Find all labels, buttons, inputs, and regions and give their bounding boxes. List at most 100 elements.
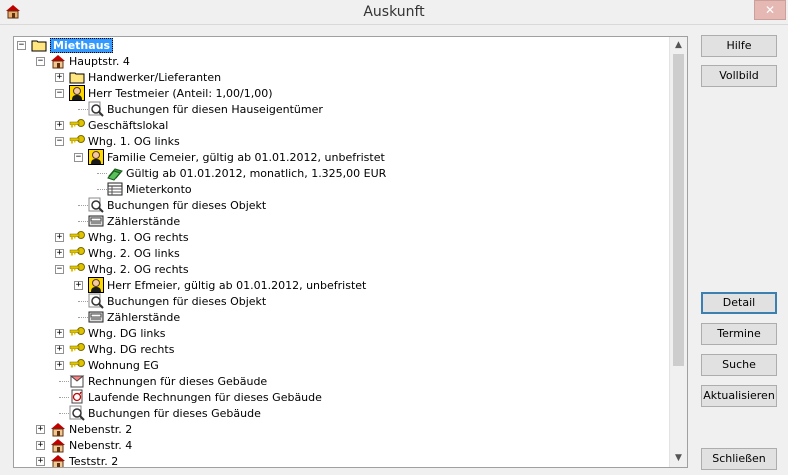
expand-icon[interactable]: +: [55, 249, 64, 258]
expand-icon[interactable]: +: [36, 425, 45, 434]
expand-icon[interactable]: +: [55, 345, 64, 354]
key-icon: [69, 261, 85, 277]
tree-item[interactable]: Gültig ab 01.01.2012, monatlich, 1.325,0…: [107, 165, 386, 181]
tree-item[interactable]: Laufende Rechnungen für dieses Gebäude: [69, 389, 322, 405]
tree-item[interactable]: Nebenstr. 4: [50, 437, 132, 453]
tree-item[interactable]: Zählerstände: [88, 213, 180, 229]
tree-item-label: Geschäftslokal: [88, 118, 169, 132]
expand-icon[interactable]: +: [55, 121, 64, 130]
tree-item[interactable]: Handwerker/Lieferanten: [69, 69, 221, 85]
tree-item[interactable]: Buchungen für dieses Objekt: [88, 293, 266, 309]
window-title: Auskunft: [363, 4, 425, 20]
tree-item[interactable]: Mieterkonto: [107, 181, 192, 197]
hilfe-button[interactable]: Hilfe: [701, 35, 777, 57]
magnifier-icon: [88, 197, 104, 213]
tree-item[interactable]: Rechnungen für dieses Gebäude: [69, 373, 267, 389]
expand-icon[interactable]: +: [55, 73, 64, 82]
collapse-icon[interactable]: −: [17, 41, 26, 50]
tree-item[interactable]: Whg. 1. OG rechts: [69, 229, 189, 245]
tree-connector: [97, 189, 107, 190]
house-icon: [50, 53, 66, 69]
tree-item[interactable]: Whg. DG links: [69, 325, 166, 341]
termine-button[interactable]: Termine: [701, 323, 777, 345]
tree-item-label: Buchungen für diesen Hauseigentümer: [107, 102, 323, 116]
meter-icon: [88, 309, 104, 325]
tree-item[interactable]: Buchungen für dieses Objekt: [88, 197, 266, 213]
tree-item[interactable]: Whg. 2. OG links: [69, 245, 180, 261]
tree-connector: [59, 413, 69, 414]
tree-item[interactable]: Whg. 2. OG rechts: [69, 261, 189, 277]
tree-item[interactable]: Nebenstr. 2: [50, 421, 132, 437]
tree-item[interactable]: Herr Efmeier, gültig ab 01.01.2012, unbe…: [88, 277, 366, 293]
tree-item-label: Buchungen für dieses Objekt: [107, 198, 267, 212]
tree-item-label: Teststr. 2: [69, 454, 119, 468]
magnifier-icon: [88, 101, 104, 117]
tree-item-label: Whg. 1. OG links: [88, 134, 180, 148]
expand-icon[interactable]: +: [36, 457, 45, 466]
collapse-icon[interactable]: −: [74, 153, 83, 162]
tree-item[interactable]: Wohnung EG: [69, 357, 159, 373]
detail-button[interactable]: Detail: [701, 292, 777, 314]
tree-item[interactable]: Buchungen für diesen Hauseigentümer: [88, 101, 323, 117]
folder-icon: [31, 37, 47, 53]
tree-connector: [78, 205, 88, 206]
tree-item-label: Miethaus: [50, 37, 114, 53]
tree-item-label: Whg. 2. OG rechts: [88, 262, 189, 276]
house-icon: [50, 437, 66, 453]
tree-item-label: Buchungen für dieses Gebäude: [88, 406, 261, 420]
tree-item[interactable]: Herr Testmeier (Anteil: 1,00/1,00): [69, 85, 273, 101]
tree-item[interactable]: Miethaus: [31, 37, 114, 53]
vertical-scrollbar[interactable]: ▲ ▼: [669, 37, 687, 467]
person-icon: [88, 277, 104, 293]
collapse-icon[interactable]: −: [36, 57, 45, 66]
expand-icon[interactable]: +: [36, 441, 45, 450]
scroll-up-icon[interactable]: ▲: [670, 37, 687, 54]
tree-view[interactable]: ▲ ▼ − Miethaus − Hauptstr. 4 + Handwerker/Lie…: [13, 36, 688, 468]
key-icon: [69, 133, 85, 149]
tree-item-label: Whg. DG links: [88, 326, 166, 340]
tree-item[interactable]: Teststr. 2: [50, 453, 119, 468]
tree-item[interactable]: Whg. 1. OG links: [69, 133, 180, 149]
vollbild-button[interactable]: Vollbild: [701, 65, 777, 87]
tree-item[interactable]: Geschäftslokal: [69, 117, 168, 133]
tree-item[interactable]: Familie Cemeier, gültig ab 01.01.2012, u…: [88, 149, 385, 165]
recurring-invoice-icon: [69, 389, 85, 405]
tree-item-label: Whg. 2. OG links: [88, 246, 180, 260]
collapse-icon[interactable]: −: [55, 137, 64, 146]
scroll-down-icon[interactable]: ▼: [670, 450, 687, 467]
magnifier-icon: [88, 293, 104, 309]
tree-item-label: Handwerker/Lieferanten: [88, 70, 222, 84]
expand-icon[interactable]: +: [74, 281, 83, 290]
invoice-icon: [69, 373, 85, 389]
meter-icon: [88, 213, 104, 229]
key-icon: [69, 325, 85, 341]
magnifier-icon: [69, 405, 85, 421]
tree-item[interactable]: Whg. DG rechts: [69, 341, 174, 357]
house-icon: [50, 421, 66, 437]
scroll-thumb[interactable]: [673, 54, 684, 366]
tree-connector: [78, 317, 88, 318]
tree-item-label: Rechnungen für dieses Gebäude: [88, 374, 268, 388]
expand-icon[interactable]: +: [55, 361, 64, 370]
tree-item[interactable]: Zählerstände: [88, 309, 180, 325]
schliessen-button[interactable]: Schließen: [701, 448, 777, 470]
expand-icon[interactable]: +: [55, 329, 64, 338]
tree-item-label: Buchungen für dieses Objekt: [107, 294, 267, 308]
tree-item-label: Nebenstr. 4: [69, 438, 133, 452]
person-icon: [69, 85, 85, 101]
tree-item-label: Herr Efmeier, gültig ab 01.01.2012, unbe…: [107, 278, 367, 292]
collapse-icon[interactable]: −: [55, 89, 64, 98]
expand-icon[interactable]: +: [55, 233, 64, 242]
key-icon: [69, 357, 85, 373]
tree-item-label: Laufende Rechnungen für dieses Gebäude: [88, 390, 322, 404]
aktualisieren-button[interactable]: Aktualisieren: [701, 385, 777, 407]
tree-connector: [97, 173, 107, 174]
suche-button[interactable]: Suche: [701, 354, 777, 376]
tree-item[interactable]: Buchungen für dieses Gebäude: [69, 405, 261, 421]
close-button[interactable]: ✕: [754, 0, 786, 20]
account-icon: [107, 181, 123, 197]
tree-item-label: Hauptstr. 4: [69, 54, 130, 68]
money-icon: [107, 165, 123, 181]
collapse-icon[interactable]: −: [55, 265, 64, 274]
tree-item[interactable]: Hauptstr. 4: [50, 53, 130, 69]
